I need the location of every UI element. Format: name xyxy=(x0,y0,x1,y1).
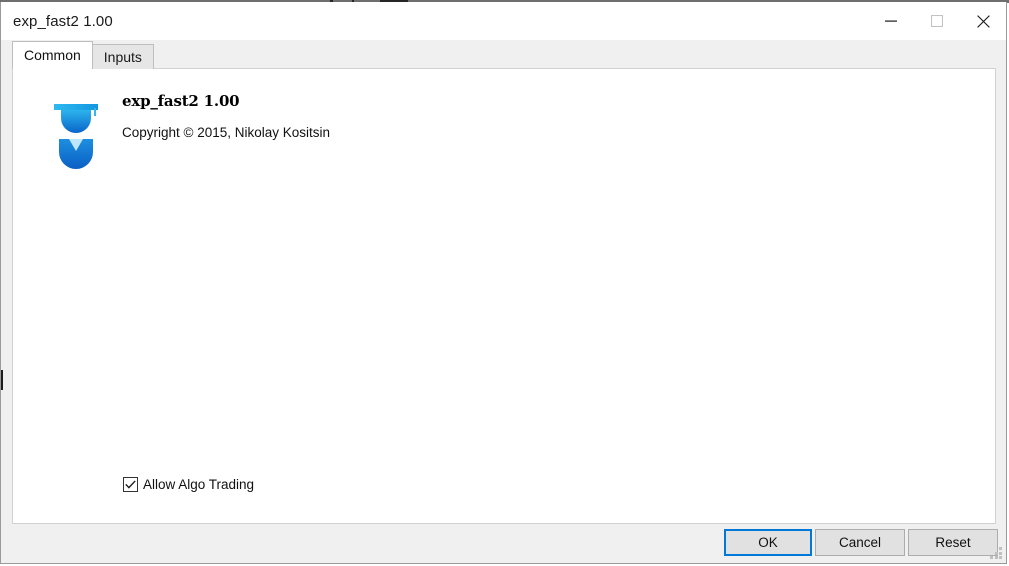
reset-button[interactable]: Reset xyxy=(908,529,998,556)
close-icon xyxy=(976,14,990,28)
tab-inputs-label: Inputs xyxy=(103,49,142,65)
window-left-edge-notch xyxy=(1,370,3,390)
cancel-button-label: Cancel xyxy=(838,535,882,550)
title-bar[interactable]: exp_fast2 1.00 xyxy=(1,2,1006,40)
expert-properties-dialog: exp_fast2 1.00 Common Inputs exp_fast2 1… xyxy=(0,2,1007,564)
product-header: exp_fast2 1.00 Copyright © 2015, Nikolay… xyxy=(13,69,995,179)
ok-button[interactable]: OK xyxy=(724,529,812,556)
window-controls xyxy=(868,2,1006,40)
window-title: exp_fast2 1.00 xyxy=(13,12,113,30)
allow-algo-trading-label: Allow Algo Trading xyxy=(143,477,255,492)
close-button[interactable] xyxy=(960,2,1006,40)
maximize-icon xyxy=(931,15,943,27)
allow-algo-trading-checkbox[interactable] xyxy=(123,477,138,492)
graduation-cap-expert-icon xyxy=(49,95,103,169)
allow-algo-trading-row[interactable]: Allow Algo Trading xyxy=(123,477,254,492)
product-copyright: Copyright © 2015, Nikolay Kositsin xyxy=(122,125,331,140)
tab-inputs[interactable]: Inputs xyxy=(91,44,154,69)
common-tab-panel: exp_fast2 1.00 Copyright © 2015, Nikolay… xyxy=(12,68,996,524)
tab-strip: Common Inputs xyxy=(1,40,1006,69)
product-title: exp_fast2 1.00 xyxy=(122,92,240,110)
dialog-footer: OK Cancel Reset xyxy=(1,529,1006,563)
maximize-button[interactable] xyxy=(914,2,960,40)
resize-grip[interactable] xyxy=(990,547,1003,560)
minimize-button[interactable] xyxy=(868,2,914,40)
ok-button-label: OK xyxy=(758,535,778,550)
tab-common[interactable]: Common xyxy=(12,41,93,69)
tab-common-label: Common xyxy=(24,47,81,63)
cancel-button[interactable]: Cancel xyxy=(815,529,905,556)
checkmark-icon xyxy=(125,476,136,494)
minimize-icon xyxy=(885,15,897,27)
reset-button-label: Reset xyxy=(935,535,971,550)
product-text-block: exp_fast2 1.00 Copyright © 2015, Nikolay… xyxy=(122,92,330,140)
